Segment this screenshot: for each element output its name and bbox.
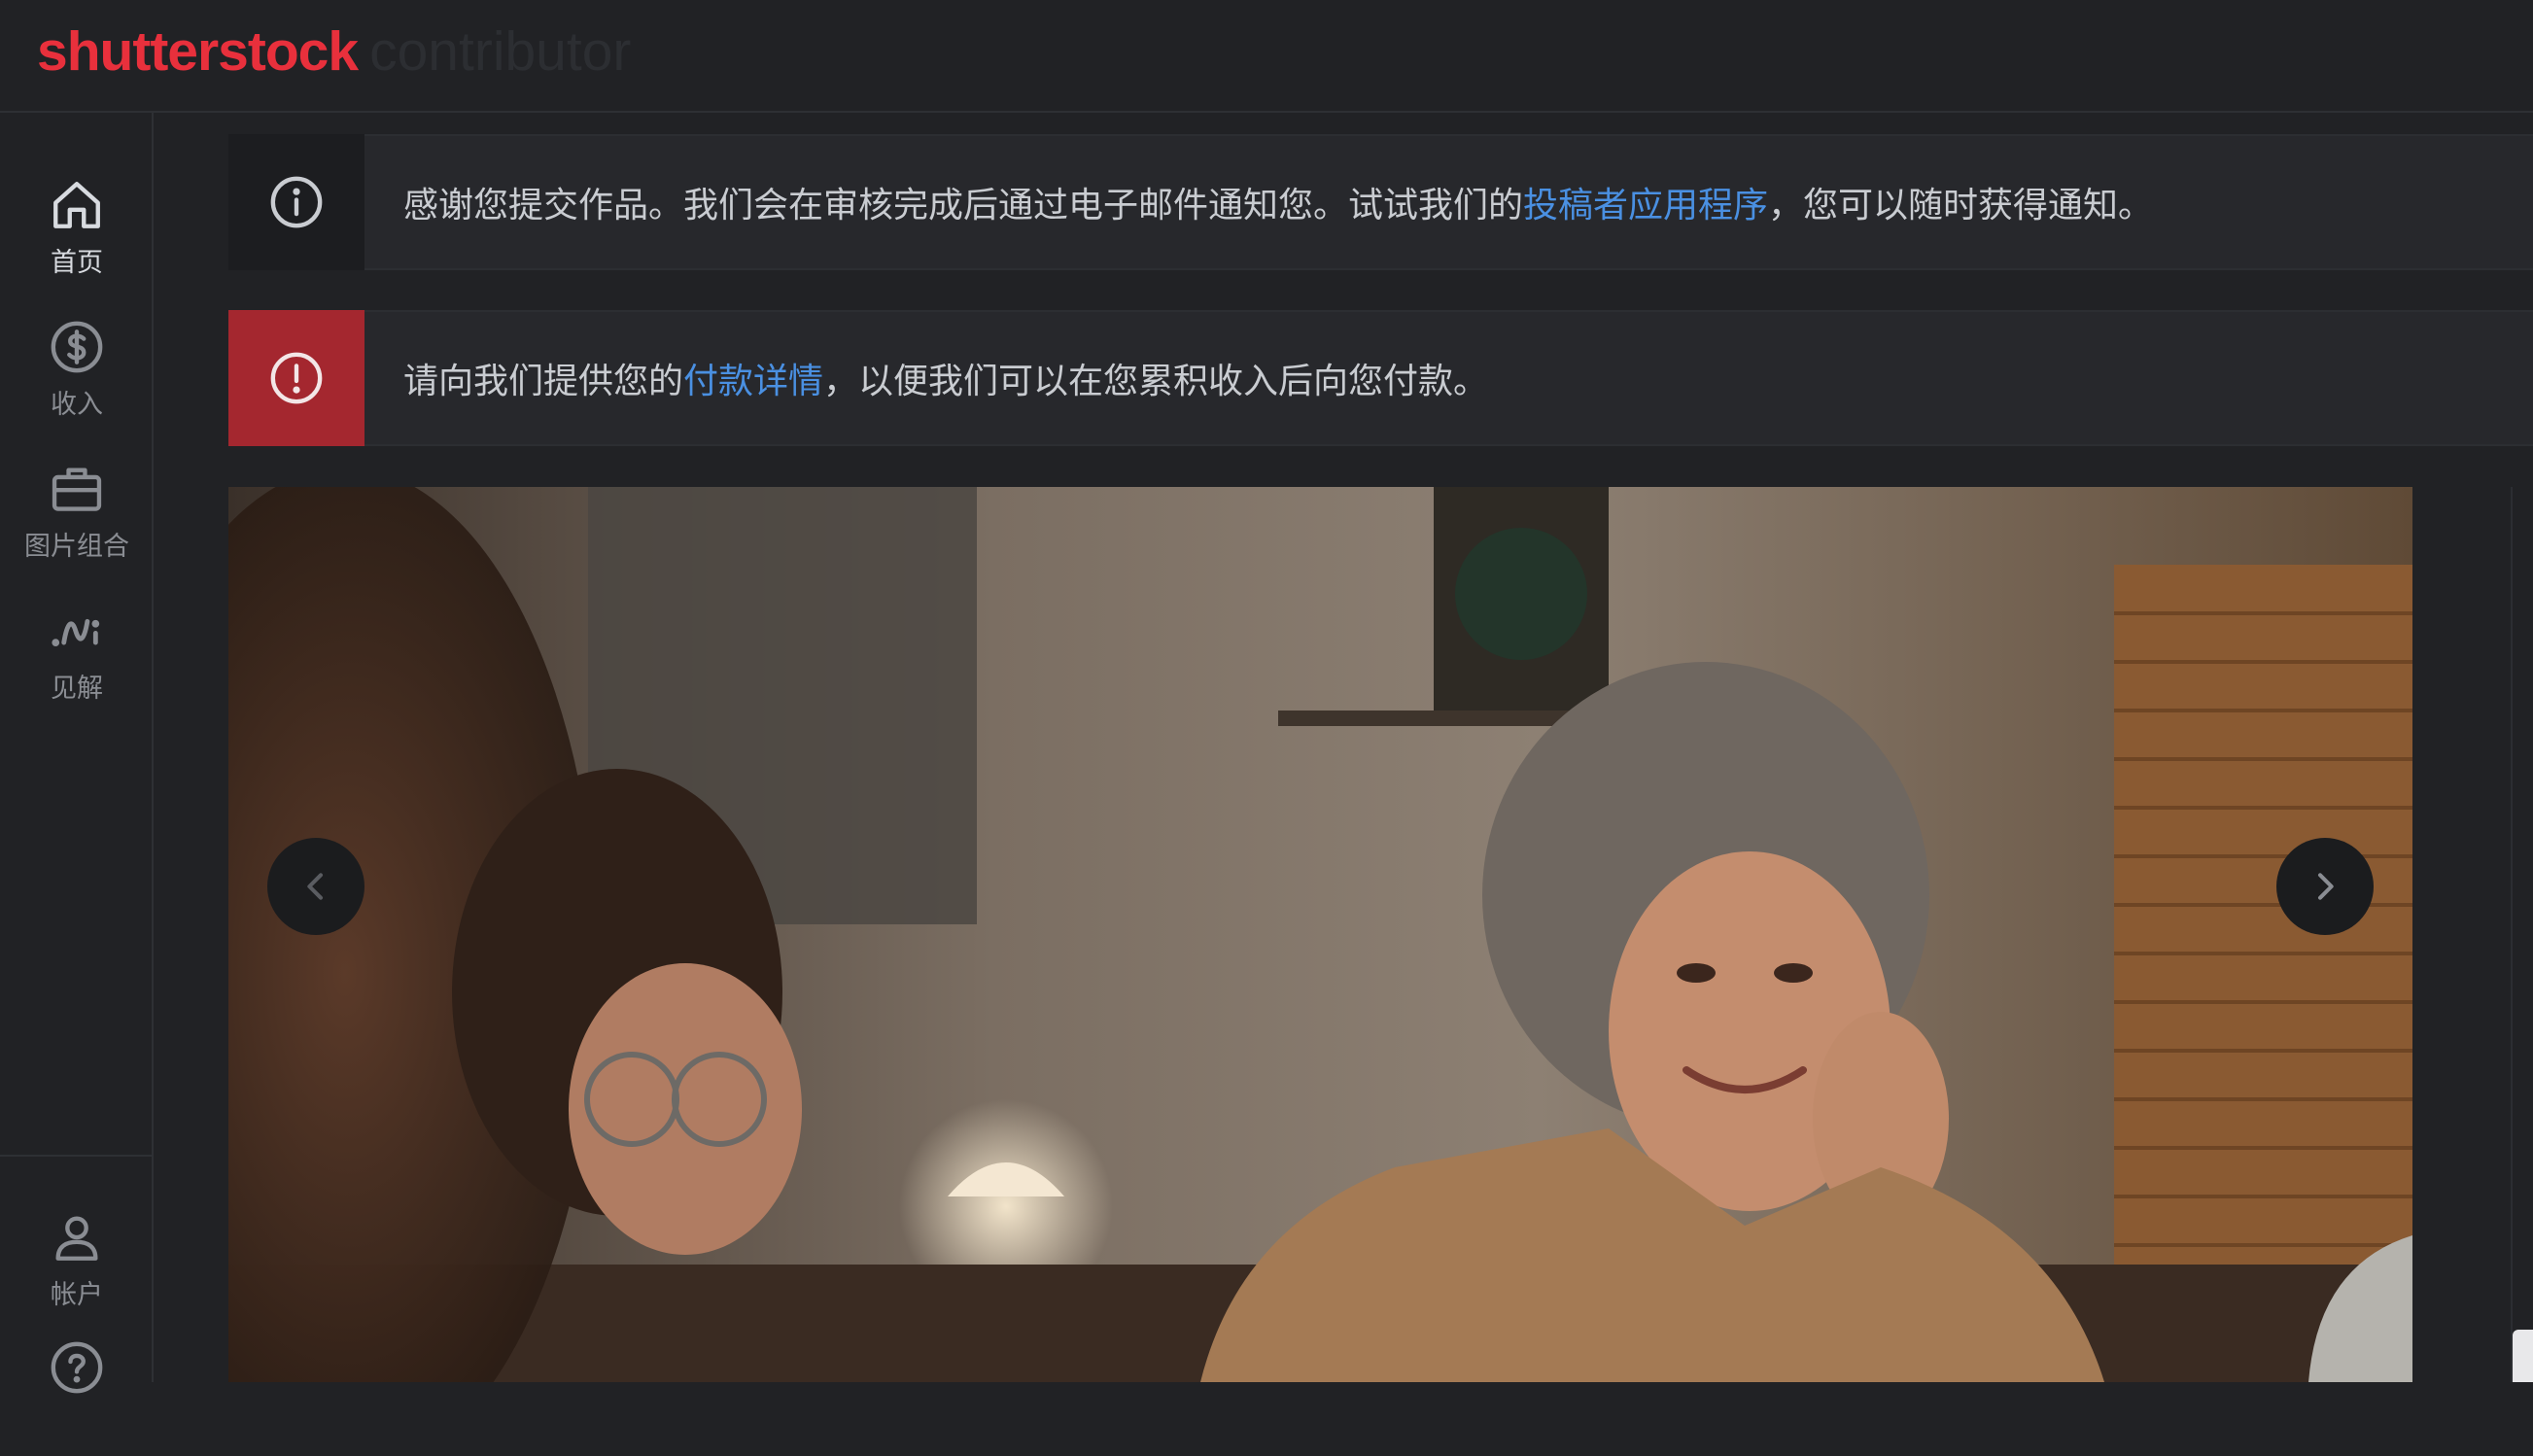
top-header: shutterstock contributor	[0, 0, 2533, 113]
sidebar-item-account[interactable]: 帐户	[0, 1209, 154, 1326]
insights-icon	[52, 618, 100, 646]
payment-alert: 请向我们提供您的付款详情，以便我们可以在您累积收入后向您付款。	[228, 310, 2533, 446]
sidebar-item-home[interactable]: 首页	[0, 177, 154, 294]
alert-text-part: 请向我们提供您的	[403, 362, 684, 401]
payment-details-link[interactable]: 付款详情	[683, 362, 823, 401]
chevron-right-icon	[2318, 873, 2334, 900]
briefcase-icon	[52, 468, 102, 511]
sidebar-item-label: 帐户	[51, 1280, 103, 1310]
chevron-left-icon	[307, 873, 323, 900]
sidebar-item-portfolio[interactable]: 图片组合	[0, 461, 154, 577]
alert-icon-box	[228, 310, 364, 446]
alert-text-part: ，以便我们可以在您累积收入后向您付款。	[823, 362, 1489, 401]
alert-icon-box	[228, 134, 364, 270]
alert-text-part: 感谢您提交作品。我们会在审核完成后通过电子邮件通知您。试试我们的	[403, 186, 1524, 225]
info-icon	[270, 176, 323, 228]
carousel-next-button[interactable]	[2276, 838, 2374, 935]
alert-message: 感谢您提交作品。我们会在审核完成后通过电子邮件通知您。试试我们的投稿者应用程序，…	[403, 177, 2153, 227]
sidebar-item-insights[interactable]: 见解	[0, 603, 154, 719]
alert-message: 请向我们提供您的付款详情，以便我们可以在您累积收入后向您付款。	[403, 353, 1488, 403]
sidebar-item-label: 首页	[51, 248, 103, 278]
help-icon	[51, 1341, 103, 1394]
logo-sub: contributor	[369, 20, 632, 83]
carousel-photo[interactable]	[228, 487, 2412, 1382]
carousel-prev-button[interactable]	[267, 838, 364, 935]
user-icon	[55, 1216, 98, 1261]
sidebar-item-earnings[interactable]: 收入	[0, 319, 154, 435]
sidebar-item-help[interactable]	[0, 1339, 154, 1456]
sidebar: 首页 收入 图片组合 见解 帐户	[0, 113, 154, 1394]
exclamation-icon	[270, 352, 323, 404]
sidebar-item-label: 图片组合	[24, 532, 129, 562]
right-side-panel-edge	[2511, 487, 2533, 1382]
home-icon	[53, 182, 100, 228]
sidebar-item-label: 收入	[51, 390, 103, 420]
sidebar-item-label: 见解	[51, 674, 103, 704]
alert-text-part: ，您可以随时获得通知。	[1768, 186, 2154, 225]
sidebar-divider	[0, 1155, 152, 1157]
right-side-card-edge	[2513, 1330, 2533, 1382]
contributor-app-link[interactable]: 投稿者应用程序	[1523, 186, 1768, 225]
logo[interactable]: shutterstock contributor	[37, 19, 631, 83]
dollar-icon	[51, 321, 103, 373]
logo-brand: shutterstock	[37, 20, 359, 83]
info-alert: 感谢您提交作品。我们会在审核完成后通过电子邮件通知您。试试我们的投稿者应用程序，…	[228, 134, 2533, 270]
photo-illustration	[228, 487, 2412, 1382]
